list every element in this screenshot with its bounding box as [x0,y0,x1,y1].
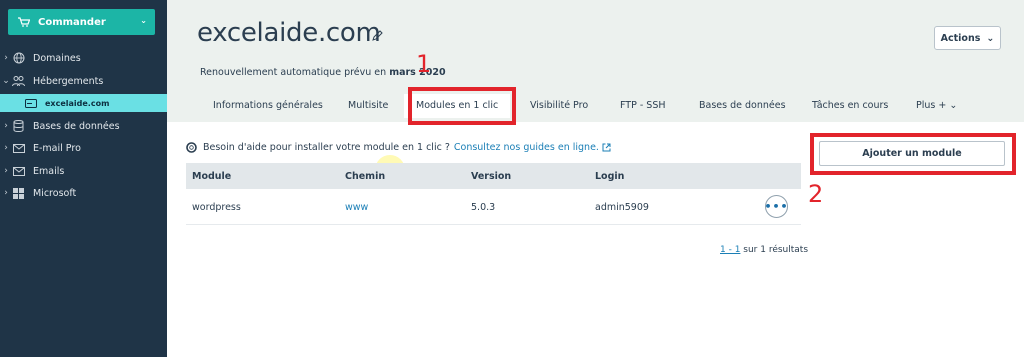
annotation-box-1 [408,87,516,125]
tab-bar: Informations générales Multisite Modules… [167,94,1024,118]
tab-bases-de-donnees[interactable]: Bases de données [699,100,786,111]
sidebar-item-domaines[interactable]: › Domaines [0,49,167,67]
pagination-suffix: sur 1 résultats [740,245,809,255]
external-link-icon[interactable] [602,143,611,152]
row-more-button[interactable]: ••• [764,195,789,218]
tab-ftp-ssh[interactable]: FTP - SSH [620,100,666,111]
sidebar-item-label: Hébergements [33,75,104,87]
database-icon [12,120,25,132]
chevron-down-icon: ⌄ [2,76,10,86]
sidebar-item-label: Emails [33,165,65,177]
page-header: excelaide.com Renouvellement automatique… [167,0,1024,122]
table-header: Module Chemin Version Login [186,163,801,189]
table-row: wordpress www 5.0.3 admin5909 ••• [186,189,801,225]
actions-label: Actions [940,32,981,44]
col-version: Version [471,171,512,182]
tab-visibilite-pro[interactable]: Visibilité Pro [530,100,588,111]
tab-plus[interactable]: Plus + ⌄ [916,100,957,111]
pagination: 1 - 1 sur 1 résultats [720,245,808,255]
envelope-icon [12,165,25,177]
renewal-prefix: Renouvellement automatique prévu en [200,67,390,78]
chevron-right-icon: › [4,53,8,63]
renewal-text: Renouvellement automatique prévu en mars… [200,67,446,78]
cell-module: wordpress [192,202,241,213]
page-title: excelaide.com [197,18,381,48]
help-line: Besoin d'aide pour installer votre modul… [186,142,611,153]
tab-taches-en-cours[interactable]: Tâches en cours [812,100,888,111]
sidebar-item-label: excelaide.com [45,98,110,108]
tab-informations-generales[interactable]: Informations générales [213,100,323,111]
chevron-down-icon: ⌄ [949,100,958,111]
chevron-right-icon: › [4,143,8,153]
commander-label: Commander [38,16,106,28]
help-link[interactable]: Consultez nos guides en ligne. [454,142,599,153]
sidebar-item-label: E-mail Pro [33,142,81,154]
chevron-down-icon: ⌄ [986,32,995,44]
sidebar-item-emails[interactable]: › Emails [0,162,167,180]
modules-table: Module Chemin Version Login wordpress ww… [186,163,801,225]
server-icon [24,97,37,109]
sidebar-item-hebergements[interactable]: ⌄ Hébergements [0,72,167,90]
lifebuoy-icon [186,142,197,153]
users-icon [12,75,25,87]
more-dots-icon: ••• [764,200,789,213]
envelope-icon [12,142,25,154]
windows-icon [12,187,25,199]
chevron-right-icon: › [4,188,8,198]
chevron-down-icon: ⌄ [140,16,147,25]
col-chemin: Chemin [345,171,386,182]
cell-chemin-link[interactable]: www [345,202,368,213]
cell-login: admin5909 [595,202,649,213]
help-text: Besoin d'aide pour installer votre modul… [203,142,450,153]
globe-icon [12,52,25,64]
annotation-number-2: 2 [808,180,824,208]
chevron-right-icon: › [4,121,8,131]
cell-version: 5.0.3 [471,202,496,213]
sidebar-item-excelaide[interactable]: excelaide.com [0,94,167,112]
chevron-right-icon: › [4,166,8,176]
actions-button[interactable]: Actions ⌄ [934,26,1001,50]
pagination-range-link[interactable]: 1 - 1 [720,245,740,255]
sidebar: Commander ⌄ › Domaines ⌄ Hébergements ex… [0,0,167,357]
tab-plus-label: Plus + [916,100,947,111]
sidebar-item-label: Bases de données [33,120,120,132]
col-login: Login [595,171,625,182]
tab-multisite[interactable]: Multisite [348,100,388,111]
sidebar-item-microsoft[interactable]: › Microsoft [0,184,167,202]
col-module: Module [192,171,232,182]
pencil-icon[interactable] [372,30,383,41]
commander-button[interactable]: Commander ⌄ [8,9,155,35]
sidebar-item-bases-de-donnees[interactable]: › Bases de données [0,117,167,135]
annotation-number-1: 1 [416,50,432,78]
sidebar-item-email-pro[interactable]: › E-mail Pro [0,139,167,157]
sidebar-item-label: Domaines [33,52,81,64]
sidebar-item-label: Microsoft [33,187,77,199]
cart-icon [18,17,30,27]
add-module-button[interactable]: Ajouter un module [819,141,1005,166]
